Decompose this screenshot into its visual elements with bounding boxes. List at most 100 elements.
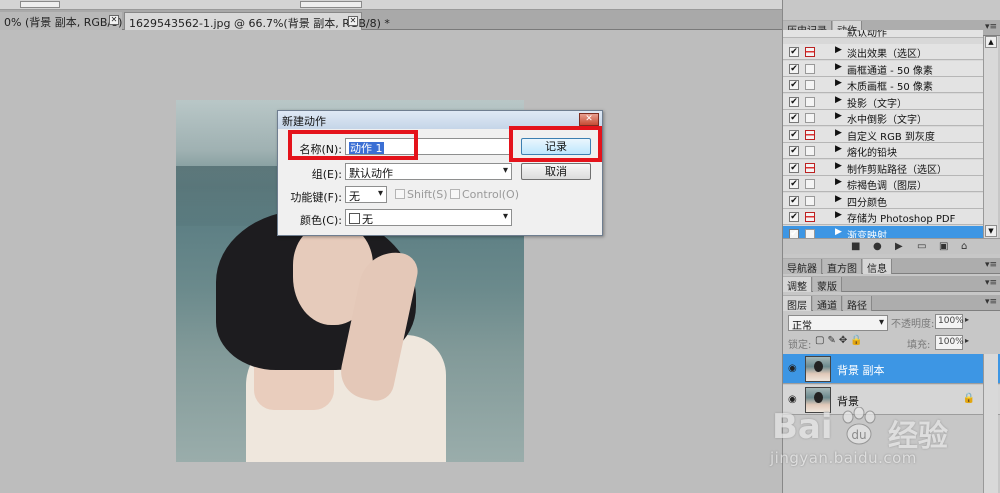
dialog-toggle-icon[interactable] (805, 162, 815, 173)
expand-triangle-icon[interactable]: ▶ (835, 161, 842, 171)
expand-triangle-icon[interactable]: ▶ (835, 177, 842, 187)
tab-histogram[interactable]: 直方图 (823, 259, 862, 275)
check-icon[interactable]: ✔ (789, 212, 799, 222)
opacity-label: 不透明度: (891, 319, 935, 330)
actions-scrollbar[interactable]: ▲ ▼ (983, 36, 998, 238)
panel-menu-icon[interactable]: ▾≡ (985, 22, 997, 32)
expand-triangle-icon[interactable]: ▶ (835, 227, 842, 237)
action-group-header[interactable]: 默认动作 (783, 30, 983, 38)
check-icon[interactable]: ✔ (789, 228, 799, 239)
close-icon[interactable]: ✕ (109, 15, 119, 25)
tab-channels[interactable]: 通道 (813, 296, 842, 312)
fill-dropdown-icon[interactable]: ▸ (965, 336, 974, 351)
scroll-down-icon[interactable]: ▼ (985, 225, 997, 237)
expand-triangle-icon[interactable]: ▶ (835, 78, 842, 88)
close-icon[interactable]: ✕ (579, 113, 599, 126)
action-item[interactable]: ✔ ▶ 制作剪贴路径（选区） (783, 159, 983, 176)
action-item[interactable]: ✔ ▶ 四分颜色 (783, 192, 983, 209)
tab-paths[interactable]: 路径 (843, 296, 872, 312)
opacity-dropdown-icon[interactable]: ▸ (965, 315, 974, 330)
expand-triangle-icon[interactable]: ▶ (835, 45, 842, 55)
dialog-toggle-icon[interactable] (805, 212, 815, 222)
expand-triangle-icon[interactable]: ▶ (835, 111, 842, 121)
expand-triangle-icon[interactable]: ▶ (835, 128, 842, 138)
action-item[interactable]: ✔ ▶ 投影（文字） (783, 93, 983, 110)
tab-navigator[interactable]: 导航器 (783, 259, 822, 275)
check-icon[interactable]: ✔ (789, 47, 799, 57)
control-checkbox[interactable]: Control(O) (450, 188, 519, 201)
eye-icon[interactable]: ◉ (788, 394, 800, 405)
action-item[interactable]: ✔ ▶ 画框通道 - 50 像素 (783, 60, 983, 77)
panel-menu-icon[interactable]: ▾≡ (985, 278, 997, 288)
layers-blend-row: 正常 不透明度: 100% ▸ (783, 311, 1000, 333)
dialog-toggle-icon[interactable] (805, 96, 815, 107)
dialog-toggle-icon[interactable] (805, 146, 815, 156)
shift-checkbox[interactable]: Shift(S) (395, 188, 448, 201)
action-item[interactable]: ✔ ▶ 存储为 Photoshop PDF (783, 209, 983, 225)
dialog-toggle-icon[interactable] (805, 47, 815, 57)
color-swatch-icon (349, 213, 360, 224)
function-key-label: 功能键(F): (290, 191, 342, 204)
expand-triangle-icon[interactable]: ▶ (835, 210, 842, 220)
function-key-value: 无 (349, 190, 360, 203)
tab-layers[interactable]: 图层 (783, 296, 812, 312)
dialog-toggle-icon[interactable] (805, 63, 815, 74)
action-item[interactable]: ✔ ▶ 木质画框 - 50 像素 (783, 77, 983, 93)
dialog-toggle-icon[interactable] (805, 179, 815, 189)
document-tab[interactable]: 0% (背景 副本, RGB/8) * ✕ (0, 12, 131, 30)
group-select[interactable]: 默认动作 (345, 163, 512, 180)
paw-icon: du (842, 407, 876, 445)
dialog-toggle-icon[interactable] (805, 129, 815, 140)
tab-info[interactable]: 信息 (863, 259, 892, 275)
blend-mode-select[interactable]: 正常 (788, 315, 888, 332)
check-icon[interactable]: ✔ (789, 179, 799, 189)
fill-input[interactable]: 100% (935, 335, 964, 350)
action-item[interactable]: ✔ ▶ 熔化的铅块 (783, 143, 983, 159)
color-select[interactable]: 无 (345, 209, 512, 226)
dialog-toggle-icon[interactable] (805, 195, 815, 206)
action-item[interactable]: ✔ ▶ 自定义 RGB 到灰度 (783, 126, 983, 143)
check-icon[interactable]: ✔ (789, 129, 799, 140)
options-field[interactable] (300, 1, 362, 8)
panel-menu-icon[interactable]: ▾≡ (985, 297, 997, 307)
dialog-toggle-icon[interactable] (805, 80, 815, 90)
check-icon[interactable]: ✔ (789, 146, 799, 156)
play-icon[interactable]: ▶ (895, 241, 903, 252)
check-icon[interactable]: ✔ (789, 80, 799, 90)
stop-icon[interactable]: ■ (851, 241, 860, 252)
action-item-label: 淡出效果（选区） (847, 49, 927, 60)
close-icon[interactable]: ✕ (348, 16, 358, 26)
tab-adjustments[interactable]: 调整 (783, 277, 812, 293)
expand-triangle-icon[interactable]: ▶ (835, 144, 842, 154)
expand-triangle-icon[interactable]: ▶ (835, 194, 842, 204)
action-item-label: 存储为 Photoshop PDF (847, 214, 956, 225)
opacity-input[interactable]: 100% (935, 314, 964, 329)
action-item[interactable]: ✔ ▶ 棕褐色调（图层） (783, 176, 983, 192)
tab-masks[interactable]: 蒙版 (813, 277, 842, 293)
expand-triangle-icon[interactable]: ▶ (835, 95, 842, 105)
lock-options-icons[interactable]: ▢✎✥🔒 (815, 335, 866, 346)
document-tab-active[interactable]: 1629543562-1.jpg @ 66.7%(背景 副本, RGB/8) *… (124, 12, 390, 30)
new-action-icon[interactable]: ▣ (939, 241, 948, 252)
new-set-icon[interactable]: ▭ (917, 241, 926, 252)
dialog-toggle-icon[interactable] (805, 113, 815, 123)
action-item[interactable]: ✔ ▶ 水中倒影（文字） (783, 110, 983, 126)
record-icon[interactable]: ● (873, 241, 882, 252)
check-icon[interactable]: ✔ (789, 63, 799, 74)
options-field[interactable] (20, 1, 60, 8)
check-icon[interactable]: ✔ (789, 113, 799, 123)
eye-icon[interactable]: ◉ (788, 363, 800, 374)
scroll-up-icon[interactable]: ▲ (985, 36, 997, 48)
check-icon[interactable]: ✔ (789, 195, 799, 206)
function-key-select[interactable]: 无 (345, 186, 387, 203)
shift-label: Shift(S) (407, 188, 448, 201)
action-item[interactable]: ✔ ▶ 淡出效果（选区） (783, 44, 983, 60)
cancel-button[interactable]: 取消 (521, 163, 591, 180)
delete-icon[interactable]: ⌂ (961, 241, 967, 252)
check-icon[interactable]: ✔ (789, 96, 799, 107)
layer-row[interactable]: ◉ 背景 副本 (783, 354, 1000, 384)
check-icon[interactable]: ✔ (789, 162, 799, 173)
dialog-toggle-icon[interactable] (805, 228, 815, 239)
panel-menu-icon[interactable]: ▾≡ (985, 260, 997, 270)
expand-triangle-icon[interactable]: ▶ (835, 62, 842, 72)
